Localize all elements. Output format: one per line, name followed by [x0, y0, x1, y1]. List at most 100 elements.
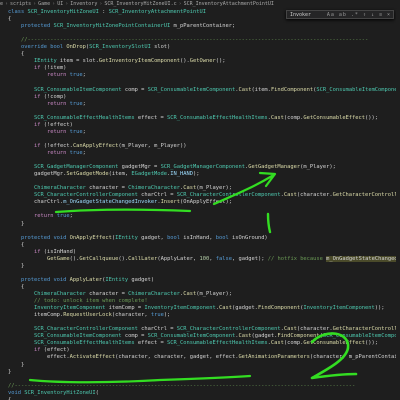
- code-line[interactable]: //--------------------------------------…: [0, 383, 355, 390]
- code-line[interactable]: {: [0, 242, 24, 249]
- code-token: ChimeraCharacter: [128, 185, 181, 192]
- code-line[interactable]: [0, 206, 8, 213]
- code-line[interactable]: SCR_ConsumableEffectHealthItems effect =…: [0, 340, 378, 347]
- code-token: SCR_ConsumableEffectHealthItems: [33, 114, 135, 121]
- code-line[interactable]: SCR_CharacterControllerComponent charCtr…: [0, 192, 400, 199]
- code-token: CallLater: [128, 255, 158, 262]
- code-line[interactable]: return true;: [0, 129, 86, 136]
- code-line[interactable]: protected void OnApplyEffect(IEntity gad…: [0, 235, 268, 242]
- code-line[interactable]: protected void ApplyLater(IEntity gadget…: [0, 277, 154, 284]
- code-line[interactable]: }: [0, 362, 24, 369]
- code-line[interactable]: [0, 30, 8, 37]
- code-token: gadgetMgr.: [8, 171, 67, 178]
- code-line[interactable]: SCR_ConsumableItemComponent comp = SCR_C…: [0, 333, 400, 340]
- find-widget[interactable]: Invoker Aa ab .* ↑ ↓ ≡ ×: [286, 10, 394, 19]
- breadcrumb[interactable]: e › scripts › Game › UI › Inventory › SCR_Inventor…: [0, 0, 400, 9]
- breadcrumb-item[interactable]: SCR_InventoryHitZoneUI.c: [104, 1, 176, 7]
- code-line[interactable]: ChimeraCharacter character = ChimeraChar…: [0, 291, 232, 298]
- code-line[interactable]: }: [0, 221, 24, 228]
- code-line[interactable]: // todo: unlock item when complete!: [0, 298, 148, 305]
- code-token: (character.: [296, 326, 333, 333]
- code-line[interactable]: }: [0, 263, 24, 270]
- code-line[interactable]: [0, 376, 8, 383]
- code-line[interactable]: SCR_ConsumableItemComponent comp = SCR_C…: [0, 87, 400, 94]
- code-token: gadget): [128, 276, 155, 283]
- code-line[interactable]: IEntity item = slot.GetInventoryItemComp…: [0, 58, 226, 65]
- code-line[interactable]: [0, 108, 8, 115]
- vertical-scrollbar[interactable]: [396, 9, 400, 400]
- breadcrumb-item[interactable]: Game: [38, 1, 50, 7]
- code-line[interactable]: ChimeraCharacter character = ChimeraChar…: [0, 185, 232, 192]
- code-line[interactable]: [0, 178, 8, 185]
- code-line[interactable]: if (effect): [0, 347, 70, 354]
- find-toolbar-icons[interactable]: Aa ab .* ↑ ↓ ≡ ×: [327, 11, 391, 20]
- code-line[interactable]: GetGame().GetCallqueue().CallLater(Apply…: [0, 255, 400, 263]
- code-line[interactable]: if (!effect): [0, 122, 73, 129]
- code-token: {: [8, 16, 12, 23]
- find-input[interactable]: Invoker: [290, 12, 311, 18]
- code-line[interactable]: {: [0, 16, 11, 23]
- code-line[interactable]: [0, 228, 8, 235]
- code-token: ;: [82, 72, 86, 79]
- code-line[interactable]: SCR_CharacterControllerComponent charCtr…: [0, 326, 400, 333]
- breadcrumb-item[interactable]: scripts: [10, 1, 31, 7]
- code-line[interactable]: SCR_GadgetManagerComponent gadgetMgr = S…: [0, 164, 336, 171]
- code-line[interactable]: }: [0, 369, 11, 376]
- code-line[interactable]: return true;: [0, 213, 73, 220]
- code-token: true: [69, 150, 83, 156]
- code-line[interactable]: if (!effect.CanApplyEffect(m_Player, m_P…: [0, 143, 187, 150]
- code-line[interactable]: return true;: [0, 101, 86, 108]
- code-line[interactable]: class SCR_InventoryHitZoneUI : SCR_Inven…: [0, 9, 206, 16]
- code-token: gadget,: [137, 234, 168, 241]
- code-line[interactable]: return true;: [0, 150, 86, 157]
- code-line[interactable]: gadgetMgr.SetGadgetMode(item, EGadgetMod…: [0, 171, 200, 178]
- code-line[interactable]: [0, 80, 8, 87]
- breadcrumb-item[interactable]: Inventory: [70, 1, 97, 7]
- code-line[interactable]: protected SCR_InventoryHitZonePointConta…: [0, 23, 235, 30]
- code-line[interactable]: override bool OnDrop(SCR_InventorySlotUI…: [0, 44, 170, 51]
- code-line[interactable]: charCtrl.m_OnGadgetStateChangedInvoker.I…: [0, 199, 232, 206]
- code-token: // hotfix because: [267, 255, 327, 262]
- code-token: IN_HAND: [170, 171, 194, 178]
- code-token: (!effect.: [40, 142, 73, 149]
- code-token: (isInHand): [40, 248, 77, 255]
- code-token: ;: [82, 128, 86, 135]
- code-line[interactable]: if (!item): [0, 65, 66, 72]
- code-line[interactable]: itemComp.RequestUserLock(character, true…: [0, 312, 170, 319]
- code-line[interactable]: {: [0, 51, 24, 58]
- code-line[interactable]: [0, 270, 8, 277]
- code-line[interactable]: effect.ActivateEffect(character, charact…: [0, 354, 400, 361]
- code-token: ().: [118, 255, 129, 262]
- code-editor[interactable]: class SCR_InventoryHitZoneUI : SCR_Inven…: [0, 9, 400, 400]
- code-line[interactable]: InventoryItemComponent itemComp = Invent…: [0, 305, 385, 312]
- code-token: OnDrop: [66, 44, 86, 51]
- code-token: (character.: [296, 192, 333, 199]
- code-token: :: [98, 9, 109, 15]
- code-token: true: [150, 312, 164, 319]
- code-line[interactable]: [0, 319, 8, 326]
- code-line[interactable]: return true;: [0, 72, 86, 79]
- code-token: IEntity: [105, 276, 129, 283]
- code-token: ChimeraCharacter: [33, 185, 86, 192]
- code-line[interactable]: if (isInHand): [0, 249, 76, 256]
- code-token: //--------------------------------------…: [8, 382, 356, 389]
- code-line[interactable]: //--------------------------------------…: [0, 37, 368, 44]
- code-line[interactable]: void SCR_InventoryHitZoneUI(: [0, 390, 99, 397]
- breadcrumb-symbol[interactable]: SCR_InventoryAttachmentPointUI: [184, 1, 274, 7]
- code-token: OnApplyEffect: [69, 234, 112, 241]
- code-token: protected: [20, 23, 54, 30]
- code-line[interactable]: SCR_ConsumableEffectHealthItems effect =…: [0, 115, 378, 122]
- code-line[interactable]: [0, 136, 8, 143]
- code-line[interactable]: if (!comp): [0, 94, 66, 101]
- code-line[interactable]: [0, 157, 8, 164]
- code-token: , gadget);: [232, 255, 268, 262]
- code-token: charCtrl.: [8, 199, 64, 206]
- code-line[interactable]: {: [0, 284, 24, 291]
